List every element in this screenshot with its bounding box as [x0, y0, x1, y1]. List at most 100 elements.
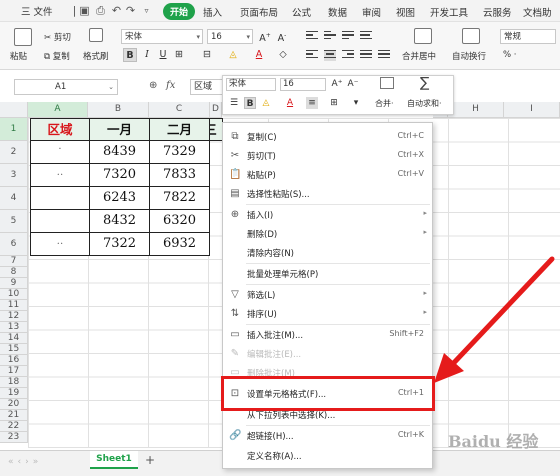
format-painter-icon[interactable] — [89, 28, 103, 42]
sheet-tab-sheet1[interactable]: Sheet1 — [90, 451, 138, 469]
tab-formulas[interactable]: 公式 — [292, 5, 311, 19]
paste-icon[interactable] — [14, 28, 32, 46]
align-bottom-icon[interactable] — [342, 31, 354, 42]
mini-merge-label[interactable]: 合并· — [375, 98, 394, 109]
number-format-select[interactable]: 常规 — [500, 29, 556, 44]
row-header-9[interactable]: 9 — [0, 278, 28, 289]
tab-doc-assistant[interactable]: 文档助 — [523, 5, 552, 19]
row-header-18[interactable]: 18 — [0, 377, 28, 388]
menu-item-filter[interactable]: ▽ 筛选(L) ▸ — [222, 286, 433, 305]
mini-align-icon[interactable]: ☰ — [228, 97, 240, 109]
row-header-21[interactable]: 21 — [0, 410, 28, 421]
menu-item-hyperlink[interactable]: 🔗 超链接(H)... Ctrl+K — [222, 427, 433, 446]
orientation-icon[interactable] — [360, 31, 372, 42]
font-color-button[interactable]: A — [252, 48, 266, 62]
row-header-2[interactable]: 2 — [0, 141, 28, 164]
column-header-i[interactable]: I — [504, 102, 560, 118]
magnifier-icon[interactable]: ⊕ — [149, 80, 157, 91]
row-header-13[interactable]: 13 — [0, 322, 28, 333]
row-header-8[interactable]: 8 — [0, 267, 28, 278]
align-top-icon[interactable] — [306, 31, 318, 42]
column-header-c[interactable]: C — [149, 102, 210, 118]
mini-font-grow-button[interactable]: A⁺ — [330, 78, 344, 90]
fx-icon[interactable]: fx — [166, 80, 175, 91]
cell-b1[interactable]: 一月 — [89, 118, 150, 141]
cell-d1[interactable]: 三月 — [209, 118, 223, 141]
menu-item-delete[interactable]: 删除(D) ▸ — [222, 225, 433, 244]
mini-bold-button[interactable]: B — [244, 97, 256, 109]
distribute-icon[interactable] — [378, 50, 390, 61]
column-header-b[interactable]: B — [88, 102, 149, 118]
cell-a3[interactable]: ‥ — [30, 163, 90, 187]
row-header-4[interactable]: 4 — [0, 187, 28, 210]
eraser-icon[interactable]: ◇ — [276, 48, 290, 62]
tab-home[interactable]: 开始 — [163, 3, 196, 20]
menu-item-clear-contents[interactable]: 清除内容(N) — [222, 244, 433, 263]
percent-style-button[interactable]: % · — [503, 50, 516, 60]
tab-view[interactable]: 视图 — [396, 5, 415, 19]
cell-a2[interactable]: · — [30, 140, 90, 164]
cell-b2[interactable]: 8439 — [89, 140, 150, 164]
align-center-icon[interactable] — [324, 50, 336, 61]
cell-a6[interactable]: ‥ — [30, 232, 90, 256]
wrap-text-label[interactable]: 自动换行 — [452, 50, 486, 62]
row-header-17[interactable]: 17 — [0, 366, 28, 377]
mini-center-icon[interactable]: ≡ — [306, 97, 318, 109]
row-header-23[interactable]: 23 — [0, 432, 28, 443]
undo-icon[interactable]: ↶ — [110, 4, 123, 17]
row-header-6[interactable]: 6 — [0, 233, 28, 256]
row-header-11[interactable]: 11 — [0, 300, 28, 311]
merge-cells-icon[interactable]: ⊟ — [200, 48, 214, 62]
row-header-10[interactable]: 10 — [0, 289, 28, 300]
menu-item-copy[interactable]: ⧉ 复制(C) Ctrl+C — [222, 128, 433, 147]
merge-center-icon[interactable] — [414, 28, 432, 44]
tab-page-layout[interactable]: 页面布局 — [240, 5, 278, 19]
font-grow-icon[interactable]: A+ — [258, 29, 272, 44]
mini-font-color-button[interactable]: A — [284, 97, 296, 109]
row-header-15[interactable]: 15 — [0, 344, 28, 355]
tab-review[interactable]: 审阅 — [362, 5, 381, 19]
menu-item-define-name[interactable]: 定义名称(A)... — [222, 447, 433, 466]
align-right-icon[interactable] — [342, 50, 354, 61]
column-header-h[interactable]: H — [448, 102, 504, 118]
sheet-nav-arrows-icon[interactable]: «‹›» — [8, 457, 42, 467]
select-all-corner[interactable] — [0, 102, 28, 118]
mini-font-name-select[interactable]: 宋体 — [226, 78, 276, 91]
mini-font-shrink-button[interactable]: A⁻ — [346, 78, 360, 90]
save-icon[interactable]: ▣ — [78, 4, 91, 17]
cell-c3[interactable]: 7833 — [149, 163, 210, 187]
align-left-icon[interactable] — [306, 50, 318, 61]
mini-autosum-label[interactable]: 自动求和· — [407, 98, 442, 109]
formula-input[interactable]: 区域 — [190, 79, 226, 95]
menu-item-insert[interactable]: ⊕ 插入(I) ▸ — [222, 206, 433, 225]
row-header-22[interactable]: 22 — [0, 421, 28, 432]
mini-number-icon[interactable]: ▾ — [350, 97, 362, 109]
paste-button-label[interactable]: 粘贴 — [10, 50, 27, 62]
row-header-14[interactable]: 14 — [0, 333, 28, 344]
fill-color-icon[interactable]: ◬ — [226, 48, 240, 62]
cell-c6[interactable]: 6932 — [149, 232, 210, 256]
cell-c1[interactable]: 二月 — [149, 118, 210, 141]
font-name-select[interactable]: 宋体 ▾ — [121, 29, 203, 44]
mini-font-size-select[interactable]: 16 — [280, 78, 326, 91]
justify-icon[interactable] — [360, 50, 372, 61]
cell-b6[interactable]: 7322 — [89, 232, 150, 256]
row-header-20[interactable]: 20 — [0, 399, 28, 410]
autosum-icon[interactable]: ∑ — [420, 75, 429, 91]
cell-c4[interactable]: 7822 — [149, 186, 210, 210]
copy-button[interactable]: ⧉ 复制 — [44, 50, 70, 62]
tab-developer[interactable]: 开发工具 — [430, 5, 468, 19]
tab-cloud[interactable]: 云服务 — [483, 5, 512, 19]
row-header-5[interactable]: 5 — [0, 210, 28, 233]
tab-insert[interactable]: 插入 — [203, 5, 222, 19]
row-header-1[interactable]: 1 — [0, 118, 28, 141]
cell-b3[interactable]: 7320 — [89, 163, 150, 187]
font-size-select[interactable]: 16 ▾ — [207, 29, 253, 44]
mini-merge-icon[interactable] — [380, 77, 394, 89]
cell-a1[interactable]: 区域 — [30, 118, 90, 141]
menu-item-sort[interactable]: ⇅ 排序(U) ▸ — [222, 305, 433, 324]
italic-button[interactable]: I — [140, 48, 154, 62]
cell-a5[interactable] — [30, 209, 90, 233]
menu-item-paste-special[interactable]: ▤ 选择性粘贴(S)... — [222, 185, 433, 204]
row-header-16[interactable]: 16 — [0, 355, 28, 366]
